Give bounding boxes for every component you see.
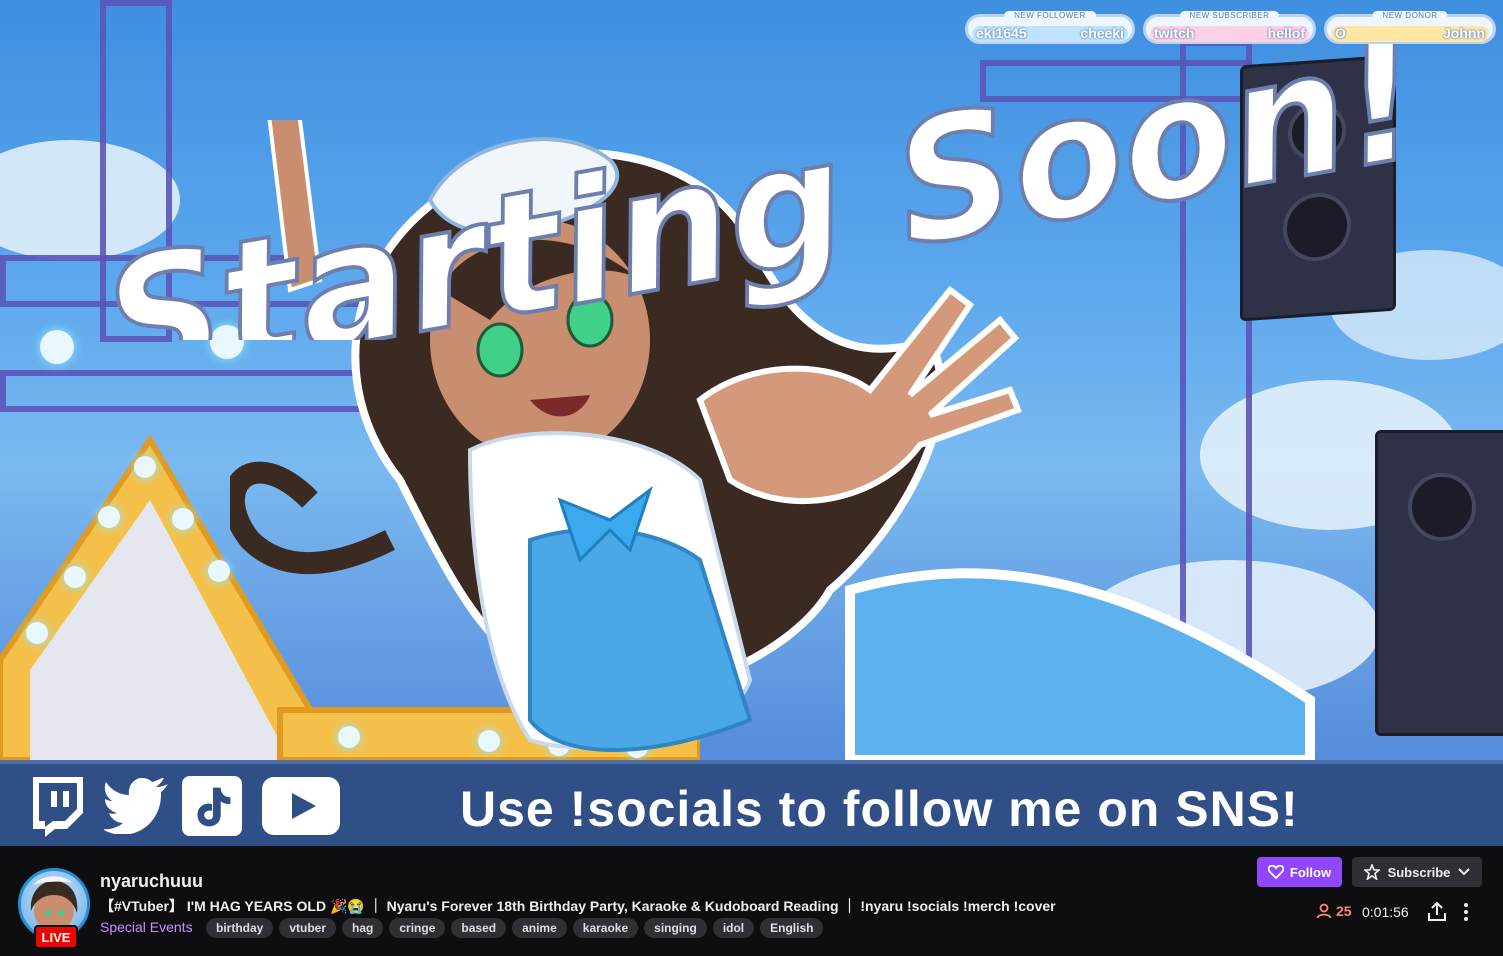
alert-label: NEW SUBSCRIBER — [1179, 11, 1280, 20]
stream-category[interactable]: Special Events — [100, 919, 193, 935]
new-donor-alert: NEW DONOR O Johnn — [1324, 11, 1496, 44]
marquee-bulb — [172, 508, 194, 530]
stream-title: 【#VTuber】 I'M HAG YEARS OLD 🎉😭 ｜ Nyaru's… — [100, 898, 1056, 914]
follow-button[interactable]: Follow — [1257, 857, 1342, 887]
youtube-icon — [262, 776, 340, 836]
twitch-icon — [26, 776, 86, 837]
twitter-icon — [104, 776, 170, 836]
marquee-bulb — [98, 506, 120, 528]
alert-left-text: eki1645 — [976, 25, 1027, 41]
tag-cringe[interactable]: cringe — [389, 918, 446, 938]
tag-anime[interactable]: anime — [512, 918, 567, 938]
tag-karaoke[interactable]: karaoke — [572, 918, 639, 938]
alert-right-text: Johnn — [1443, 25, 1485, 41]
more-options-icon[interactable] — [1457, 901, 1475, 923]
tiktok-icon — [182, 776, 242, 836]
viewer-count-value: 25 — [1336, 903, 1352, 919]
tag-idol[interactable]: idol — [712, 918, 755, 938]
marquee-bulb — [134, 456, 156, 478]
share-icon[interactable] — [1426, 901, 1448, 923]
tag-english[interactable]: English — [760, 918, 824, 938]
marquee-bulb — [26, 622, 48, 644]
new-subscriber-alert: NEW SUBSCRIBER twitch hellof — [1143, 11, 1316, 44]
new-follower-alert: NEW FOLLOWER eki1645 cheeki — [965, 11, 1135, 44]
alert-label: NEW DONOR — [1372, 11, 1448, 20]
heart-icon — [1267, 865, 1284, 879]
alert-left-text: twitch — [1154, 25, 1195, 41]
live-badge: LIVE — [34, 925, 78, 949]
tag-hag[interactable]: hag — [342, 918, 384, 938]
stream-uptime: 0:01:56 — [1362, 904, 1409, 920]
person-icon — [1316, 903, 1332, 919]
alert-label: NEW FOLLOWER — [1004, 11, 1096, 20]
alert-right-text: hellof — [1267, 25, 1305, 41]
channel-name[interactable]: nyaruchuuu — [100, 871, 203, 892]
speaker — [1375, 430, 1503, 736]
channel-info-bar: LIVE nyaruchuuu 【#VTuber】 I'M HAG YEARS … — [0, 846, 1503, 956]
tag-singing[interactable]: singing — [644, 918, 707, 938]
tag-list: birthday vtuber hag cringe based anime k… — [206, 918, 824, 938]
socials-banner: Use !socials to follow me on SNS! — [0, 760, 1503, 846]
starting-soon-heading: Starting Soon! — [88, 10, 1436, 340]
alert-left-text: O — [1335, 25, 1346, 41]
alert-right-text: cheeki — [1080, 25, 1124, 41]
follow-label: Follow — [1289, 864, 1332, 880]
subscribe-button[interactable]: Subscribe — [1352, 857, 1482, 887]
tag-based[interactable]: based — [451, 918, 507, 938]
video-player[interactable]: Starting Soon! NEW FOLLOWER eki1645 chee… — [0, 0, 1503, 846]
speaker-cone — [1408, 473, 1476, 541]
marquee-bulb — [64, 566, 86, 588]
tag-birthday[interactable]: birthday — [206, 918, 274, 938]
socials-banner-text: Use !socials to follow me on SNS! — [460, 781, 1299, 837]
chevron-down-icon — [1458, 868, 1471, 876]
subscribe-label: Subscribe — [1387, 864, 1451, 880]
marquee-bulb — [208, 560, 230, 582]
starting-soon-text: Starting Soon! — [90, 10, 1434, 340]
tag-vtuber[interactable]: vtuber — [279, 918, 337, 938]
star-icon — [1363, 864, 1380, 880]
viewer-count: 25 — [1316, 903, 1352, 919]
